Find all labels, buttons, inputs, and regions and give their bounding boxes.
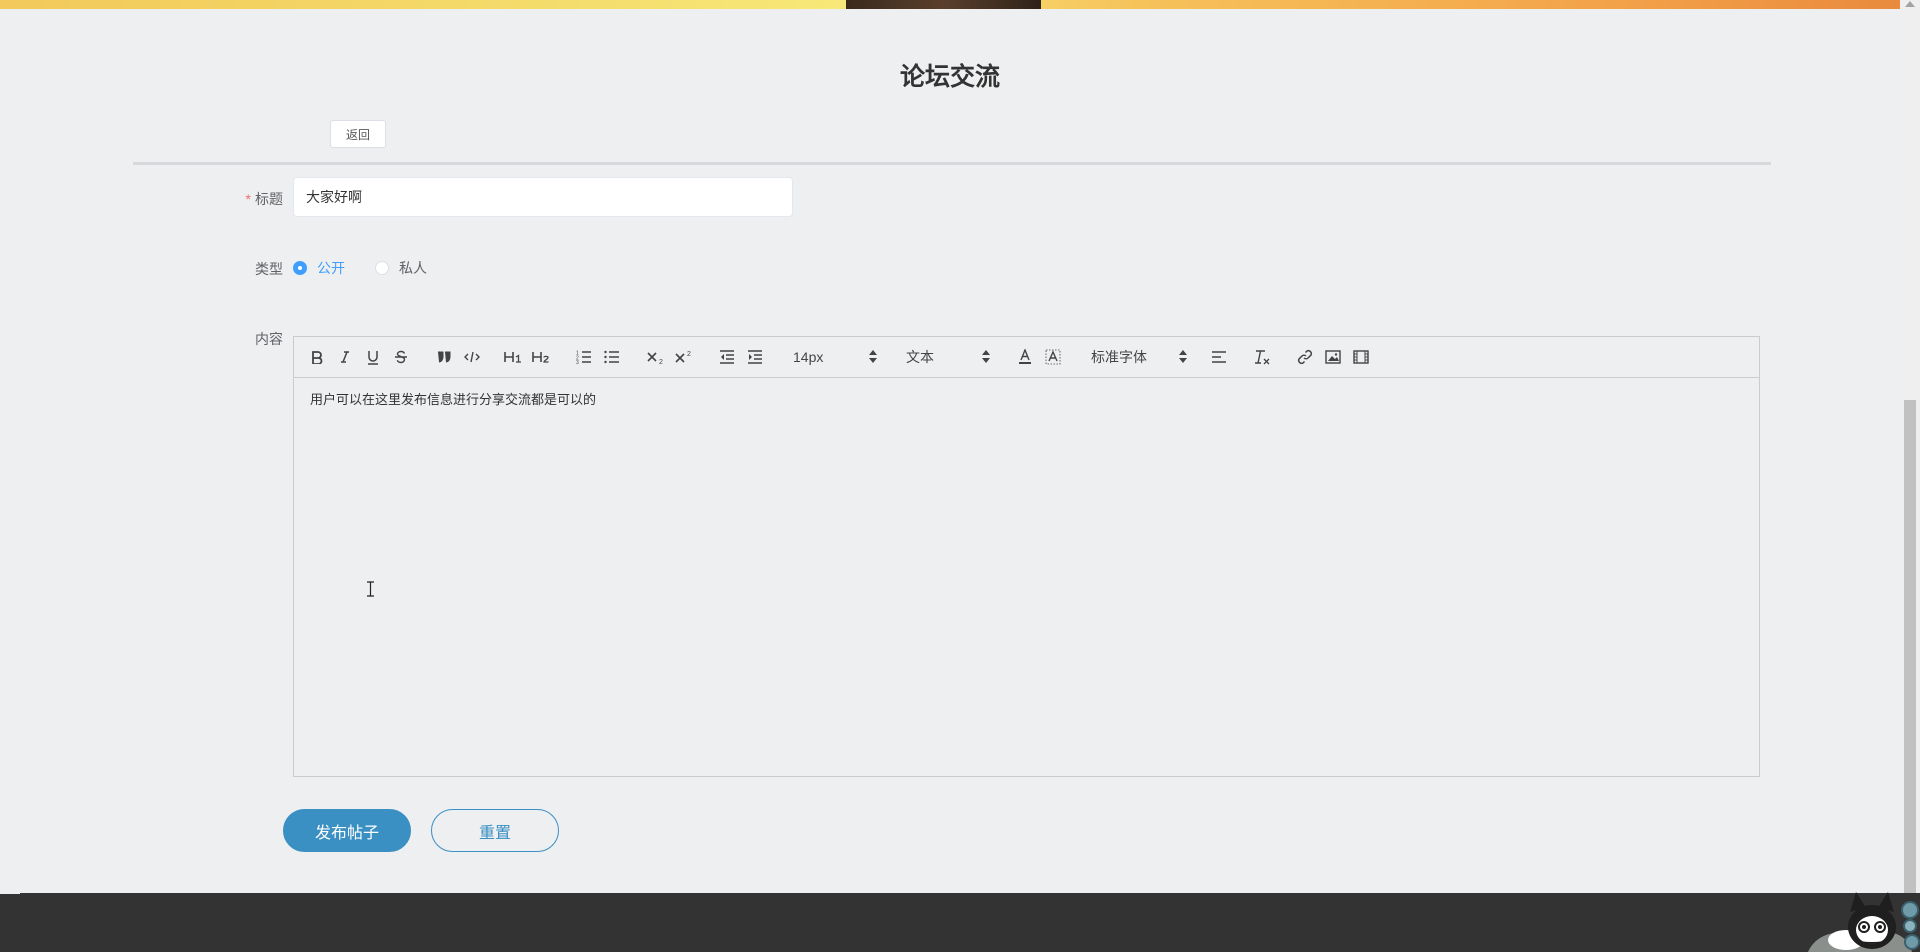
ordered-list-icon[interactable]: 123 xyxy=(575,347,593,367)
video-icon[interactable] xyxy=(1352,347,1370,367)
submit-post-button[interactable]: 发布帖子 xyxy=(283,809,411,852)
scrollbar-thumb[interactable] xyxy=(1904,400,1916,893)
page-scrollbar[interactable] xyxy=(1900,0,1920,893)
rich-text-editor: 123 2 2 14px 文本 标准字体 用户可以在这里发布信息进行分享交流都是… xyxy=(293,336,1760,777)
type-radio-group: 公开 私人 xyxy=(293,258,457,278)
text-color-icon[interactable] xyxy=(1016,347,1034,367)
cat-mascot-icon[interactable] xyxy=(1806,882,1920,952)
top-banner xyxy=(0,0,1900,9)
svg-text:2: 2 xyxy=(687,351,691,358)
radio-public-dot[interactable] xyxy=(293,261,307,275)
blockquote-icon[interactable] xyxy=(435,347,453,367)
editor-toolbar: 123 2 2 14px 文本 标准字体 xyxy=(294,337,1759,378)
required-mark: * xyxy=(245,191,251,207)
font-size-caret-icon xyxy=(869,350,877,364)
code-block-icon[interactable] xyxy=(463,347,481,367)
heading-2-icon[interactable] xyxy=(532,347,550,367)
font-family-select[interactable]: 标准字体 xyxy=(1091,347,1187,367)
radio-public-label: 公开 xyxy=(317,260,345,276)
font-size-value: 14px xyxy=(793,349,824,365)
image-icon[interactable] xyxy=(1324,347,1342,367)
font-family-value: 标准字体 xyxy=(1091,349,1147,365)
heading-1-icon[interactable] xyxy=(504,347,522,367)
indent-icon[interactable] xyxy=(746,347,764,367)
svg-text:3: 3 xyxy=(576,360,579,364)
outdent-icon[interactable] xyxy=(718,347,736,367)
page-title: 论坛交流 xyxy=(899,63,1000,91)
text-cursor-icon xyxy=(367,581,374,597)
page-footer xyxy=(0,893,1920,952)
radio-public[interactable]: 公开 xyxy=(293,258,345,278)
align-icon[interactable] xyxy=(1210,347,1228,367)
radio-private-label: 私人 xyxy=(399,260,427,276)
scroll-up-arrow-icon[interactable] xyxy=(1905,1,1915,7)
radio-private[interactable]: 私人 xyxy=(375,258,427,278)
link-icon[interactable] xyxy=(1296,347,1314,367)
content-label: 内容 xyxy=(255,331,283,347)
background-color-icon[interactable] xyxy=(1044,347,1062,367)
title-label: * 标题 xyxy=(203,189,283,209)
clear-format-icon[interactable] xyxy=(1253,347,1271,367)
font-size-select[interactable]: 14px xyxy=(793,347,877,367)
footer-edge xyxy=(0,891,20,894)
banner-photo xyxy=(846,0,1041,9)
svg-text:2: 2 xyxy=(659,359,663,364)
underline-icon[interactable] xyxy=(364,347,382,367)
reset-button[interactable]: 重置 xyxy=(431,809,559,852)
divider xyxy=(133,162,1771,165)
bullet-list-icon[interactable] xyxy=(603,347,621,367)
header-value: 文本 xyxy=(906,349,934,365)
radio-private-dot[interactable] xyxy=(375,261,389,275)
title-input[interactable] xyxy=(293,177,793,217)
italic-icon[interactable] xyxy=(336,347,354,367)
editor-content-area[interactable]: 用户可以在这里发布信息进行分享交流都是可以的 xyxy=(294,378,1759,422)
title-label-text: 标题 xyxy=(255,191,283,207)
font-family-caret-icon xyxy=(1179,350,1187,364)
bold-icon[interactable] xyxy=(308,347,326,367)
superscript-icon[interactable]: 2 xyxy=(675,347,693,367)
header-select[interactable]: 文本 xyxy=(906,347,990,367)
header-caret-icon xyxy=(982,350,990,364)
back-button[interactable]: 返回 xyxy=(330,120,386,148)
strikethrough-icon[interactable] xyxy=(392,347,410,367)
subscript-icon[interactable]: 2 xyxy=(647,347,665,367)
type-label: 类型 xyxy=(255,261,283,277)
